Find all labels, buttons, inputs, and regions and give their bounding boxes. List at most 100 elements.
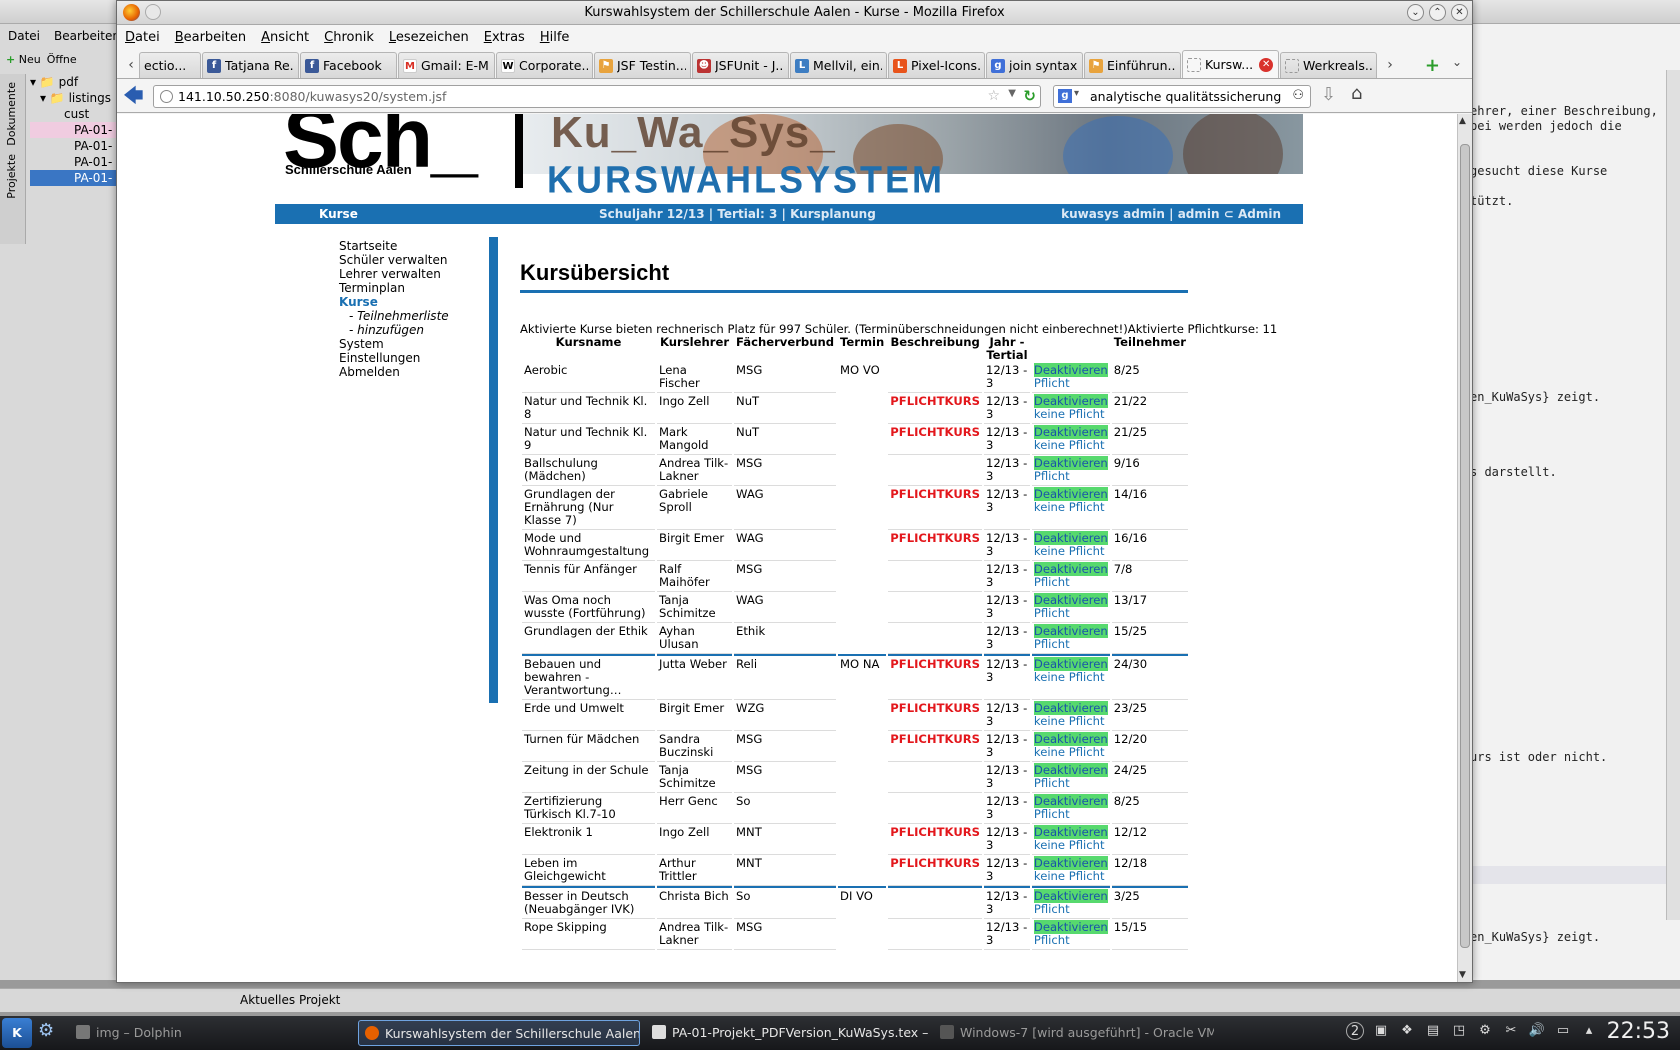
toggle-pflicht-link[interactable]: Pflicht: [1034, 903, 1108, 916]
deactivate-link[interactable]: Deaktivieren: [1033, 763, 1108, 777]
tabs-scroll-right-icon[interactable]: ›: [1382, 52, 1398, 78]
scroll-down-icon[interactable]: ▼: [1459, 970, 1466, 980]
tab-list-chevron-icon[interactable]: ⌄: [1452, 55, 1462, 69]
kate-text-line[interactable]: urs ist oder nicht.: [1470, 750, 1670, 764]
kate-text-line[interactable]: s darstellt.: [1470, 465, 1670, 479]
maximize-icon[interactable]: ⌃: [1429, 4, 1446, 21]
notification-count-icon[interactable]: 2: [1346, 1022, 1364, 1040]
tools-icon[interactable]: ✂: [1502, 1022, 1520, 1040]
navbar-user[interactable]: kuwasys admin | admin ⊂ Admin: [1061, 207, 1281, 221]
browser-tab[interactable]: W Corporate...: [496, 52, 593, 78]
kate-scrollbar[interactable]: [1666, 70, 1680, 920]
tree-item[interactable]: ▾ 📁 pdf: [30, 74, 130, 90]
deactivate-link[interactable]: Deaktivieren: [1033, 593, 1108, 607]
network-icon[interactable]: ◳: [1450, 1022, 1468, 1040]
navbar-section[interactable]: Kurse: [319, 207, 358, 221]
browser-tab[interactable]: g join syntax...: [986, 52, 1083, 78]
deactivate-link[interactable]: Deaktivieren: [1033, 531, 1108, 545]
deactivate-link[interactable]: Deaktivieren: [1033, 701, 1108, 715]
browser-tab[interactable]: M Gmail: E-M...: [398, 52, 495, 78]
deactivate-link[interactable]: Deaktivieren: [1033, 363, 1108, 377]
toggle-pflicht-link[interactable]: Pflicht: [1034, 470, 1108, 483]
close-tab-icon[interactable]: ✕: [1259, 57, 1274, 72]
binoculars-icon[interactable]: ⚇: [1292, 88, 1304, 103]
update-icon[interactable]: ▤: [1424, 1022, 1442, 1040]
deactivate-link[interactable]: Deaktivieren: [1033, 394, 1108, 408]
current-project-label[interactable]: Aktuelles Projekt: [240, 993, 340, 1007]
tabs-scroll-left-icon[interactable]: ‹: [123, 52, 139, 78]
sidenav-item[interactable]: Schüler verwalten: [339, 253, 479, 267]
sidenav-item[interactable]: Lehrer verwalten: [339, 267, 479, 281]
menu-extras[interactable]: Extras: [484, 30, 525, 45]
google-search-engine-icon[interactable]: g: [1058, 89, 1072, 103]
dolphin-menu-bearbeiten[interactable]: Bearbeiten: [54, 29, 120, 43]
site-identity-icon[interactable]: [160, 90, 173, 103]
toggle-pflicht-link[interactable]: Pflicht: [1034, 934, 1108, 947]
home-icon[interactable]: ⌂: [1351, 83, 1362, 104]
task-dolphin[interactable]: img – Dolphin: [70, 1020, 330, 1046]
deactivate-link[interactable]: Deaktivieren: [1033, 889, 1108, 903]
toggle-pflicht-link[interactable]: Pflicht: [1034, 607, 1108, 620]
bookmark-star-icon[interactable]: ☆: [987, 88, 1000, 104]
search-bar[interactable]: g ▾ analytische qualitätssicherung ⚇: [1053, 85, 1311, 108]
tree-item[interactable]: cust: [30, 106, 130, 122]
toggle-pflicht-link[interactable]: keine Pflicht: [1034, 870, 1108, 883]
deactivate-link[interactable]: Deaktivieren: [1033, 856, 1108, 870]
back-arrow-icon[interactable]: 🡄: [123, 85, 149, 107]
download-arrow-icon[interactable]: ⇩: [1321, 84, 1336, 105]
browser-tab[interactable]: ☻ JSFUnit - J...: [692, 52, 789, 78]
toggle-pflicht-link[interactable]: keine Pflicht: [1034, 408, 1108, 421]
deactivate-link[interactable]: Deaktivieren: [1033, 562, 1108, 576]
tree-item[interactable]: PA-01-: [30, 122, 130, 138]
clock[interactable]: 22:53: [1607, 1019, 1670, 1044]
toggle-pflicht-link[interactable]: keine Pflicht: [1034, 545, 1108, 558]
toggle-pflicht-link[interactable]: Pflicht: [1034, 638, 1108, 651]
toggle-pflicht-link[interactable]: Pflicht: [1034, 377, 1108, 390]
url-bar[interactable]: 141.10.50.250:8080/kuwasys20/system.jsf …: [153, 85, 1041, 108]
toggle-pflicht-link[interactable]: keine Pflicht: [1034, 439, 1108, 452]
deactivate-link[interactable]: Deaktivieren: [1033, 487, 1108, 501]
tree-item[interactable]: PA-01-: [30, 138, 130, 154]
tree-item[interactable]: PA-01-: [30, 170, 130, 186]
menu-lesezeichen[interactable]: Lesezeichen: [389, 30, 469, 45]
page-scrollbar[interactable]: ▲ ▼: [1457, 114, 1472, 982]
kate-text-line[interactable]: bei werden jedoch die: [1470, 119, 1670, 133]
toggle-pflicht-link[interactable]: Pflicht: [1034, 777, 1108, 790]
menu-hilfe[interactable]: Hilfe: [540, 30, 570, 45]
browser-tab[interactable]: f Facebook: [300, 52, 397, 78]
deactivate-link[interactable]: Deaktivieren: [1033, 794, 1108, 808]
tray-expand-icon[interactable]: ▴: [1580, 1022, 1598, 1040]
side-tab-projekte[interactable]: Projekte: [5, 154, 18, 199]
sidenav-item[interactable]: Abmelden: [339, 365, 479, 379]
toggle-pflicht-link[interactable]: keine Pflicht: [1034, 839, 1108, 852]
deactivate-link[interactable]: Deaktivieren: [1033, 624, 1108, 638]
sidenav-item[interactable]: System: [339, 337, 479, 351]
search-engine-dropdown-icon[interactable]: ▾: [1074, 88, 1079, 99]
browser-tab[interactable]: Werkreals...: [1280, 52, 1377, 78]
menu-ansicht[interactable]: Ansicht: [261, 30, 309, 45]
minimize-icon[interactable]: ⌄: [1407, 4, 1424, 21]
tree-item[interactable]: ▾ 📁 listings: [30, 90, 130, 106]
toggle-pflicht-link[interactable]: Pflicht: [1034, 808, 1108, 821]
show-desktop-icon[interactable]: ⚙: [38, 1020, 54, 1041]
sidenav-item[interactable]: Terminplan: [339, 281, 479, 295]
kate-text-line[interactable]: gesucht diese Kurse: [1470, 164, 1670, 178]
toggle-pflicht-link[interactable]: keine Pflicht: [1034, 671, 1108, 684]
sidenav-item[interactable]: - Teilnehmerliste: [339, 309, 479, 323]
side-tab-dokumente[interactable]: Dokumente: [5, 82, 18, 146]
dolphin-new-button[interactable]: + Neu: [6, 53, 41, 66]
browser-tab[interactable]: f Tatjana Re...: [202, 52, 299, 78]
tree-item[interactable]: PA-01-: [30, 154, 130, 170]
sidenav-item[interactable]: - hinzufügen: [339, 323, 479, 337]
deactivate-link[interactable]: Deaktivieren: [1033, 657, 1108, 671]
toggle-pflicht-link[interactable]: keine Pflicht: [1034, 715, 1108, 728]
sidenav-item[interactable]: Startseite: [339, 239, 479, 253]
kate-text-line[interactable]: en_KuWaSys} zeigt.: [1470, 390, 1670, 404]
battery-icon[interactable]: ▭: [1554, 1022, 1572, 1040]
dolphin-menu-datei[interactable]: Datei: [8, 29, 40, 43]
volume-icon[interactable]: 🔊: [1528, 1022, 1546, 1040]
browser-tab[interactable]: L Mellvil, ein...: [790, 52, 887, 78]
deactivate-link[interactable]: Deaktivieren: [1033, 920, 1108, 934]
menu-bearbeiten[interactable]: Bearbeiten: [175, 30, 246, 45]
reload-icon[interactable]: ↻: [1023, 87, 1036, 105]
